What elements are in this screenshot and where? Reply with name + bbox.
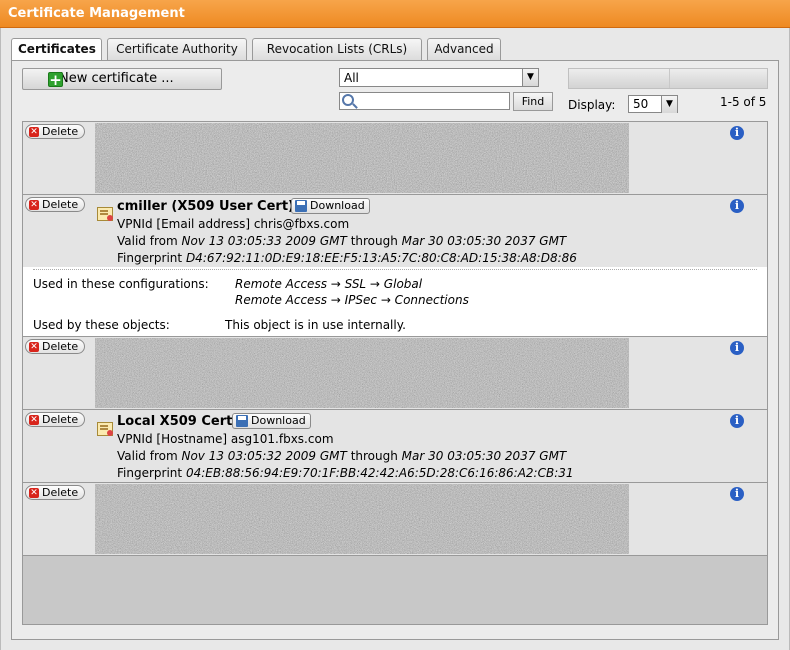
floppy-disk-icon: [236, 415, 248, 427]
redacted-area: [95, 484, 629, 554]
configuration-item: Remote Access → SSL → Global: [235, 277, 423, 291]
delete-button[interactable]: ✕ Delete: [25, 197, 85, 212]
redacted-area: [95, 338, 629, 408]
fingerprint: Fingerprint D4:67:92:11:0D:E9:18:EE:F5:1…: [117, 251, 577, 265]
pager-next-button[interactable]: [669, 69, 769, 88]
download-button[interactable]: Download: [232, 413, 311, 429]
valid-from-label: Valid from: [117, 234, 178, 248]
tab-certificate-authority[interactable]: Certificate Authority: [107, 38, 247, 60]
delete-label: Delete: [42, 413, 79, 426]
objects-value: This object is in use internally.: [225, 318, 406, 332]
list-item: ✕ Delete i: [23, 122, 767, 195]
list-item: ✕ Delete i: [23, 337, 767, 410]
certificate-list: ✕ Delete i ✕ Delete cmiller (X509 User Cer…: [22, 121, 768, 625]
new-certificate-button[interactable]: + New certificate ...: [22, 68, 222, 90]
validity: Valid from Nov 13 03:05:33 2009 GMT thro…: [117, 234, 566, 248]
plus-icon: +: [48, 71, 63, 89]
find-button[interactable]: Find: [513, 92, 553, 111]
chevron-down-icon[interactable]: ▼: [522, 69, 538, 86]
display-value: 50: [633, 97, 649, 111]
delete-label: Delete: [42, 340, 79, 353]
delete-label: Delete: [42, 198, 79, 211]
list-item: ✕ Delete cmiller (X509 User Cert) Downloa…: [23, 195, 767, 267]
tab-advanced[interactable]: Advanced: [427, 38, 501, 60]
configuration-item: Remote Access → IPSec → Connections: [235, 293, 469, 307]
filter-value: All: [344, 71, 359, 85]
delete-button[interactable]: ✕ Delete: [25, 339, 85, 354]
list-item: ✕ Delete Local X509 Cert Download VPNId […: [23, 410, 767, 483]
delete-button[interactable]: ✕ Delete: [25, 412, 85, 427]
delete-icon: ✕: [29, 127, 39, 137]
filter-select[interactable]: All ▼: [339, 68, 539, 87]
redacted-area: [95, 123, 629, 193]
info-icon[interactable]: i: [730, 487, 744, 501]
new-certificate-label: New certificate ...: [59, 71, 174, 86]
search-input[interactable]: [339, 92, 510, 110]
certificate-icon: [97, 207, 113, 221]
result-count: 1-5 of 5: [720, 95, 767, 109]
valid-from-label: Valid from: [117, 449, 178, 463]
configurations-label: Used in these configurations:: [33, 277, 209, 291]
fingerprint: Fingerprint 04:EB:88:56:94:E9:70:1F:BB:4…: [117, 466, 574, 480]
through-label: through: [350, 449, 398, 463]
fingerprint-label: Fingerprint: [117, 466, 183, 480]
download-label: Download: [310, 199, 365, 212]
through-label: through: [350, 234, 398, 248]
download-label: Download: [251, 414, 306, 427]
certificates-panel: + New certificate ... All ▼ Find Display…: [11, 60, 779, 640]
info-icon[interactable]: i: [730, 341, 744, 355]
delete-button[interactable]: ✕ Delete: [25, 485, 85, 500]
delete-icon: ✕: [29, 342, 39, 352]
pager-prev-button[interactable]: [569, 69, 669, 88]
search-icon: [342, 94, 354, 106]
pager: [568, 68, 768, 89]
delete-icon: ✕: [29, 488, 39, 498]
fingerprint-value: D4:67:92:11:0D:E9:18:EE:F5:13:A5:7C:80:C…: [185, 251, 577, 265]
tab-certificates[interactable]: Certificates: [11, 38, 102, 62]
certificate-name: cmiller (X509 User Cert): [117, 199, 294, 214]
info-icon[interactable]: i: [730, 199, 744, 213]
fingerprint-label: Fingerprint: [117, 251, 183, 265]
fingerprint-value: 04:EB:88:56:94:E9:70:1F:BB:42:42:A6:5D:2…: [185, 466, 574, 480]
certificate-details: Used in these configurations: Remote Acc…: [23, 267, 767, 337]
validity: Valid from Nov 13 03:05:32 2009 GMT thro…: [117, 449, 566, 463]
valid-to-date: Mar 30 03:05:30 2037 GMT: [401, 449, 567, 463]
divider: [33, 269, 757, 270]
list-item: ✕ Delete i: [23, 483, 767, 556]
certificate-icon: [97, 422, 113, 436]
download-button[interactable]: Download: [291, 198, 370, 214]
delete-label: Delete: [42, 125, 79, 138]
floppy-disk-icon: [295, 200, 307, 212]
vpnid: VPNId [Email address] chris@fbxs.com: [117, 217, 350, 231]
delete-icon: ✕: [29, 415, 39, 425]
chevron-down-icon[interactable]: ▼: [661, 96, 677, 113]
certificate-name: Local X509 Cert: [117, 414, 233, 429]
valid-to-date: Mar 30 03:05:30 2037 GMT: [401, 234, 567, 248]
display-label: Display:: [568, 98, 616, 112]
vpnid: VPNId [Hostname] asg101.fbxs.com: [117, 432, 334, 446]
main-frame: Certificates Certificate Authority Revoc…: [0, 28, 790, 650]
info-icon[interactable]: i: [730, 414, 744, 428]
tab-revocation-lists[interactable]: Revocation Lists (CRLs): [252, 38, 422, 60]
info-icon[interactable]: i: [730, 126, 744, 140]
delete-button[interactable]: ✕ Delete: [25, 124, 85, 139]
valid-from-date: Nov 13 03:05:33 2009 GMT: [181, 234, 347, 248]
valid-from-date: Nov 13 03:05:32 2009 GMT: [181, 449, 347, 463]
objects-label: Used by these objects:: [33, 318, 170, 332]
window-title: Certificate Management: [0, 0, 790, 28]
display-select[interactable]: 50 ▼: [628, 95, 678, 113]
delete-label: Delete: [42, 486, 79, 499]
delete-icon: ✕: [29, 200, 39, 210]
